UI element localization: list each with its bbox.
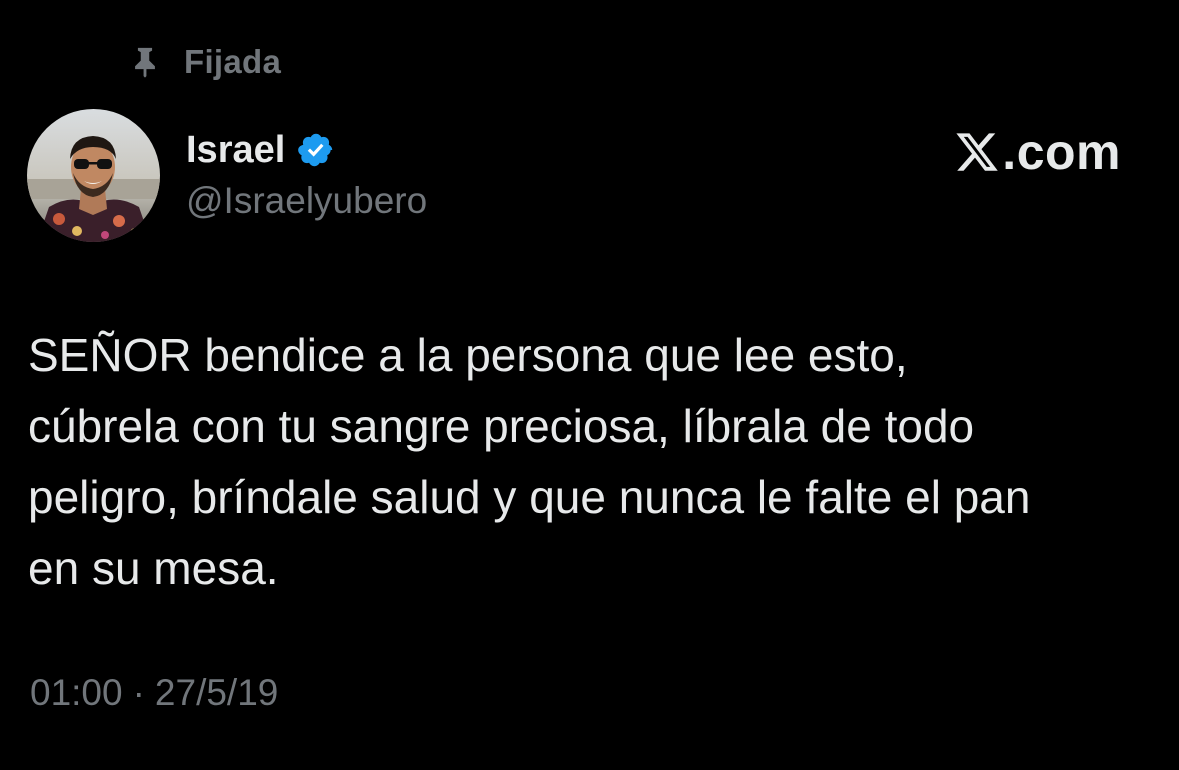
x-logo-icon <box>954 129 1000 175</box>
pin-icon <box>128 45 162 79</box>
tweet-date[interactable]: 27/5/19 <box>155 672 278 714</box>
name-row: Israel <box>186 124 427 176</box>
user-handle[interactable]: @Israelyubero <box>186 180 427 222</box>
pinned-indicator: Fijada <box>128 40 281 84</box>
tweet-meta: 01:00 · 27/5/19 <box>30 672 278 714</box>
pinned-label: Fijada <box>184 43 282 80</box>
brand-watermark: .com <box>954 122 1121 182</box>
meta-separator: · <box>132 672 145 713</box>
tweet-text: SEÑOR bendice a la persona que lee esto,… <box>28 329 1031 594</box>
tweet-time[interactable]: 01:00 <box>30 672 123 714</box>
display-name[interactable]: Israel <box>186 129 285 172</box>
avatar[interactable] <box>27 109 160 242</box>
verified-badge-icon[interactable] <box>297 131 335 169</box>
brand-domain: .com <box>1002 124 1121 180</box>
author-info: Israel @Israelyubero <box>186 124 427 222</box>
